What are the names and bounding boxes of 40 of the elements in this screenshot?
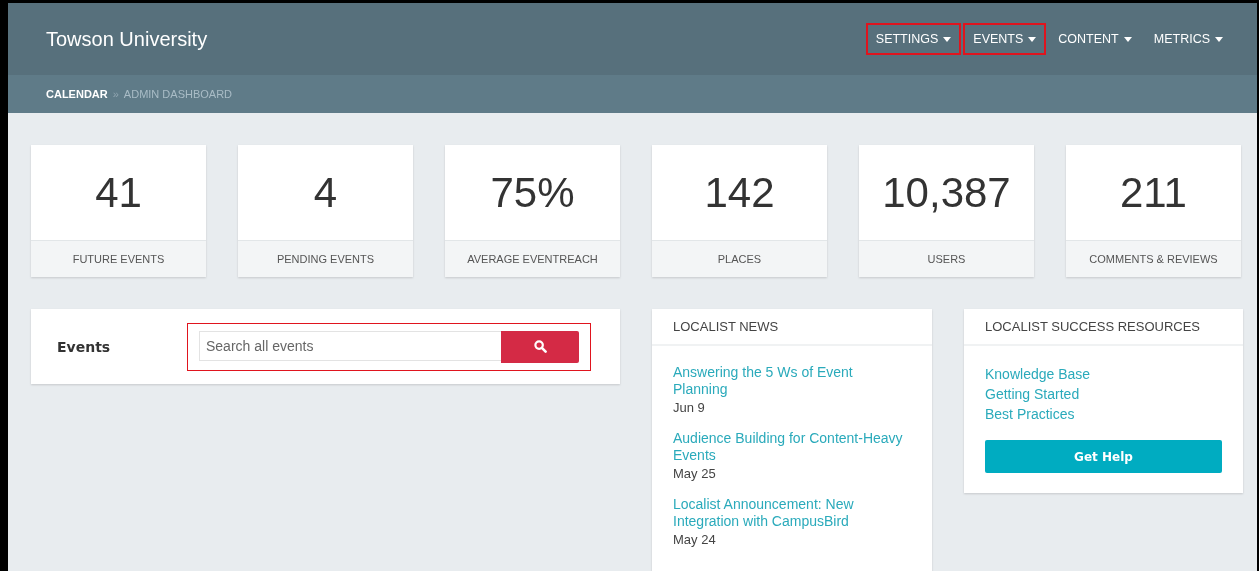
news-date: Jun 9 [673, 400, 706, 415]
caret-icon [1123, 36, 1132, 42]
resource-link[interactable]: Best Practices [985, 404, 1222, 424]
stat-label: PLACES [652, 240, 827, 277]
site-title[interactable]: Towson University [46, 27, 208, 51]
stat-value: 41 [94, 167, 143, 218]
breadcrumb-link[interactable]: ADMIN DASHBOARD [123, 88, 233, 100]
stat-value: 211 [1119, 167, 1188, 218]
stat-value: 142 [703, 167, 776, 218]
search-field[interactable]: Search all events [199, 330, 501, 361]
stat-value: 4 [312, 167, 339, 218]
resource-link[interactable]: Getting Started [985, 384, 1222, 404]
card-title: LOCALIST SUCCESS RESOURCES [964, 309, 1243, 346]
stat-label: FUTURE EVENTS [31, 240, 206, 277]
stat-label: PENDING EVENTS [238, 240, 413, 277]
news-link[interactable]: Answering the 5 Ws of Event Planning [673, 364, 911, 398]
nav-menu[interactable]: EVENTS [963, 23, 1047, 55]
news-link[interactable]: Audience Building for Content-Heavy Events [673, 430, 911, 464]
stat-label: AVERAGE EVENTREACH [445, 240, 620, 277]
search-button[interactable] [501, 330, 579, 363]
breadcrumb-separator: » [112, 88, 119, 100]
caret-icon [943, 36, 952, 42]
nav-menu[interactable]: SETTINGS [865, 23, 962, 55]
news-link[interactable]: Localist Announcement: New Integration with CampusBird [673, 496, 911, 530]
stat-value: 10,387 [881, 167, 1012, 218]
stat-label: USERS [859, 240, 1034, 277]
nav-menu[interactable]: CONTENT [1048, 23, 1142, 55]
caret-icon [1028, 36, 1037, 42]
stat-label: COMMENTS & REVIEWS [1066, 240, 1241, 277]
caret-icon [1215, 36, 1223, 42]
card-title: LOCALIST NEWS [652, 309, 932, 346]
search-icon [533, 340, 547, 353]
get-help-button[interactable]: Get Help [985, 440, 1222, 473]
card-title: Events [57, 338, 112, 355]
resource-link[interactable]: Knowledge Base [985, 364, 1222, 384]
news-date: May 24 [673, 532, 717, 547]
news-date: May 25 [673, 466, 717, 481]
stat-value: 75% [489, 167, 576, 218]
breadcrumb-link[interactable]: CALENDAR [46, 88, 108, 100]
nav-menu[interactable]: METRICS [1143, 23, 1233, 55]
